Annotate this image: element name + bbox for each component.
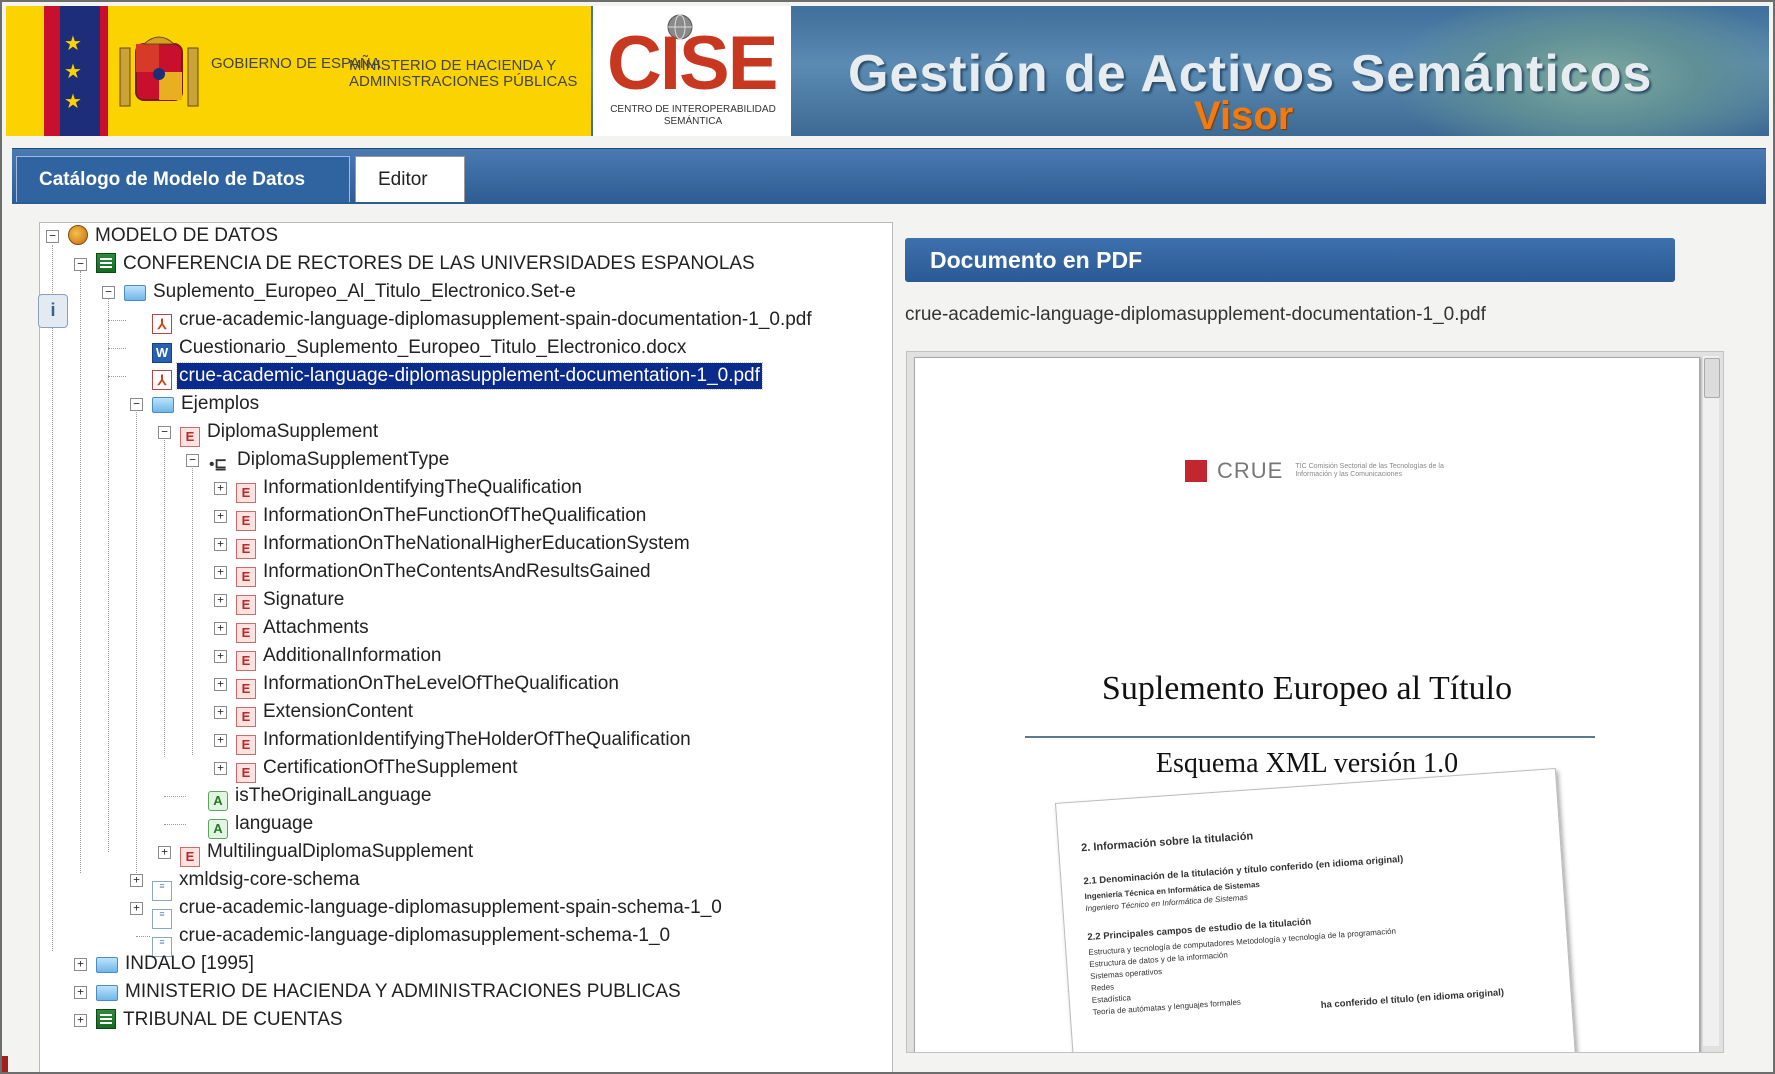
- expand-icon[interactable]: +: [130, 874, 143, 887]
- folder-icon: [124, 285, 146, 301]
- crue-logo: CRUE TIC Comisión Sectorial de las Tecno…: [1185, 456, 1445, 486]
- government-logo: ★ ★ ★ GOBIERNO DE ESPAÑA MINISTERIO DE H…: [6, 6, 591, 136]
- cise-logo-text: CISE: [607, 21, 778, 106]
- corner-marker: [2, 1056, 8, 1072]
- word-document-icon: W: [152, 343, 172, 363]
- scrollbar-thumb[interactable]: [1704, 358, 1720, 398]
- info-button[interactable]: i: [38, 294, 68, 328]
- expand-icon[interactable]: +: [214, 762, 227, 775]
- organization-icon: [96, 253, 116, 273]
- expand-icon[interactable]: +: [158, 846, 171, 859]
- element-icon: E: [236, 595, 256, 615]
- ministry-text: MINISTERIO DE HACIENDA Y ADMINISTRACIONE…: [349, 57, 578, 90]
- title-divider: [1025, 736, 1595, 738]
- element-icon: E: [236, 483, 256, 503]
- element-icon: E: [236, 539, 256, 559]
- collapse-icon[interactable]: −: [74, 258, 87, 271]
- organization-icon: [96, 1009, 116, 1029]
- element-icon: E: [236, 707, 256, 727]
- collapse-icon[interactable]: −: [130, 398, 143, 411]
- complex-type-icon: •⊑: [209, 456, 227, 473]
- expand-icon[interactable]: +: [214, 650, 227, 663]
- collapse-icon[interactable]: −: [46, 230, 59, 243]
- expand-icon[interactable]: +: [214, 510, 227, 523]
- database-icon: [68, 225, 88, 245]
- element-icon: E: [236, 735, 256, 755]
- element-icon: E: [236, 679, 256, 699]
- expand-icon[interactable]: +: [214, 594, 227, 607]
- expand-icon[interactable]: +: [214, 482, 227, 495]
- pdf-filename: crue-academic-language-diplomasupplement…: [905, 304, 1486, 325]
- collapse-icon[interactable]: −: [102, 286, 115, 299]
- attribute-icon: A: [208, 791, 228, 811]
- info-icon: i: [50, 300, 56, 320]
- cise-logo: CISE CENTRO DE INTEROPERABILIDAD SEMÁNTI…: [593, 6, 791, 136]
- element-icon: E: [236, 763, 256, 783]
- pdf-icon: ⅄: [152, 370, 172, 390]
- expand-icon[interactable]: +: [130, 902, 143, 915]
- tree-panel: − MODELO DE DATOS − CONFERENCIA DE RECTO…: [39, 222, 893, 1072]
- tab-bar: Catálogo de Modelo de Datos Editor: [12, 148, 1766, 204]
- collapse-icon[interactable]: −: [158, 426, 171, 439]
- folder-icon: [96, 985, 118, 1001]
- expand-icon[interactable]: +: [214, 622, 227, 635]
- element-icon: E: [180, 847, 200, 867]
- tab-editor[interactable]: Editor: [355, 156, 465, 202]
- pdf-page: CRUE TIC Comisión Sectorial de las Tecno…: [914, 357, 1700, 1052]
- pdf-scrollbar[interactable]: [1703, 356, 1720, 1046]
- app-window: ★ ★ ★ GOBIERNO DE ESPAÑA MINISTERIO DE H…: [0, 0, 1775, 1074]
- expand-icon[interactable]: +: [214, 706, 227, 719]
- folder-icon: [152, 397, 174, 413]
- element-icon: E: [236, 511, 256, 531]
- pdf-viewer[interactable]: CRUE TIC Comisión Sectorial de las Tecno…: [906, 351, 1724, 1053]
- cise-subtitle: CENTRO DE INTEROPERABILIDAD SEMÁNTICA: [610, 104, 776, 127]
- element-icon: E: [236, 623, 256, 643]
- collapse-icon[interactable]: −: [186, 454, 199, 467]
- element-icon: E: [236, 651, 256, 671]
- expand-icon[interactable]: +: [214, 538, 227, 551]
- coat-of-arms-icon: [119, 36, 199, 107]
- document-subtitle: Esquema XML versión 1.0: [1155, 748, 1459, 779]
- document-preview-image: 2. Información sobre la titulación 2.1 D…: [1055, 767, 1577, 1052]
- expand-icon[interactable]: +: [214, 734, 227, 747]
- attribute-icon: A: [208, 819, 228, 839]
- header-banner: ★ ★ ★ GOBIERNO DE ESPAÑA MINISTERIO DE H…: [6, 6, 1769, 136]
- app-subtitle: Visor: [1194, 94, 1294, 136]
- pdf-panel-header: Documento en PDF: [905, 238, 1675, 282]
- folder-icon: [96, 957, 118, 973]
- expand-icon[interactable]: +: [74, 1014, 87, 1027]
- expand-icon[interactable]: +: [214, 678, 227, 691]
- document-title: Suplemento Europeo al Título: [1101, 670, 1513, 707]
- element-icon: E: [236, 567, 256, 587]
- crue-logo-icon: [1185, 460, 1207, 482]
- tab-catalogo[interactable]: Catálogo de Modelo de Datos: [16, 156, 350, 202]
- expand-icon[interactable]: +: [214, 566, 227, 579]
- pdf-icon: ⅄: [152, 314, 172, 334]
- expand-icon[interactable]: +: [74, 986, 87, 999]
- element-icon: E: [180, 427, 200, 447]
- expand-icon[interactable]: +: [74, 958, 87, 971]
